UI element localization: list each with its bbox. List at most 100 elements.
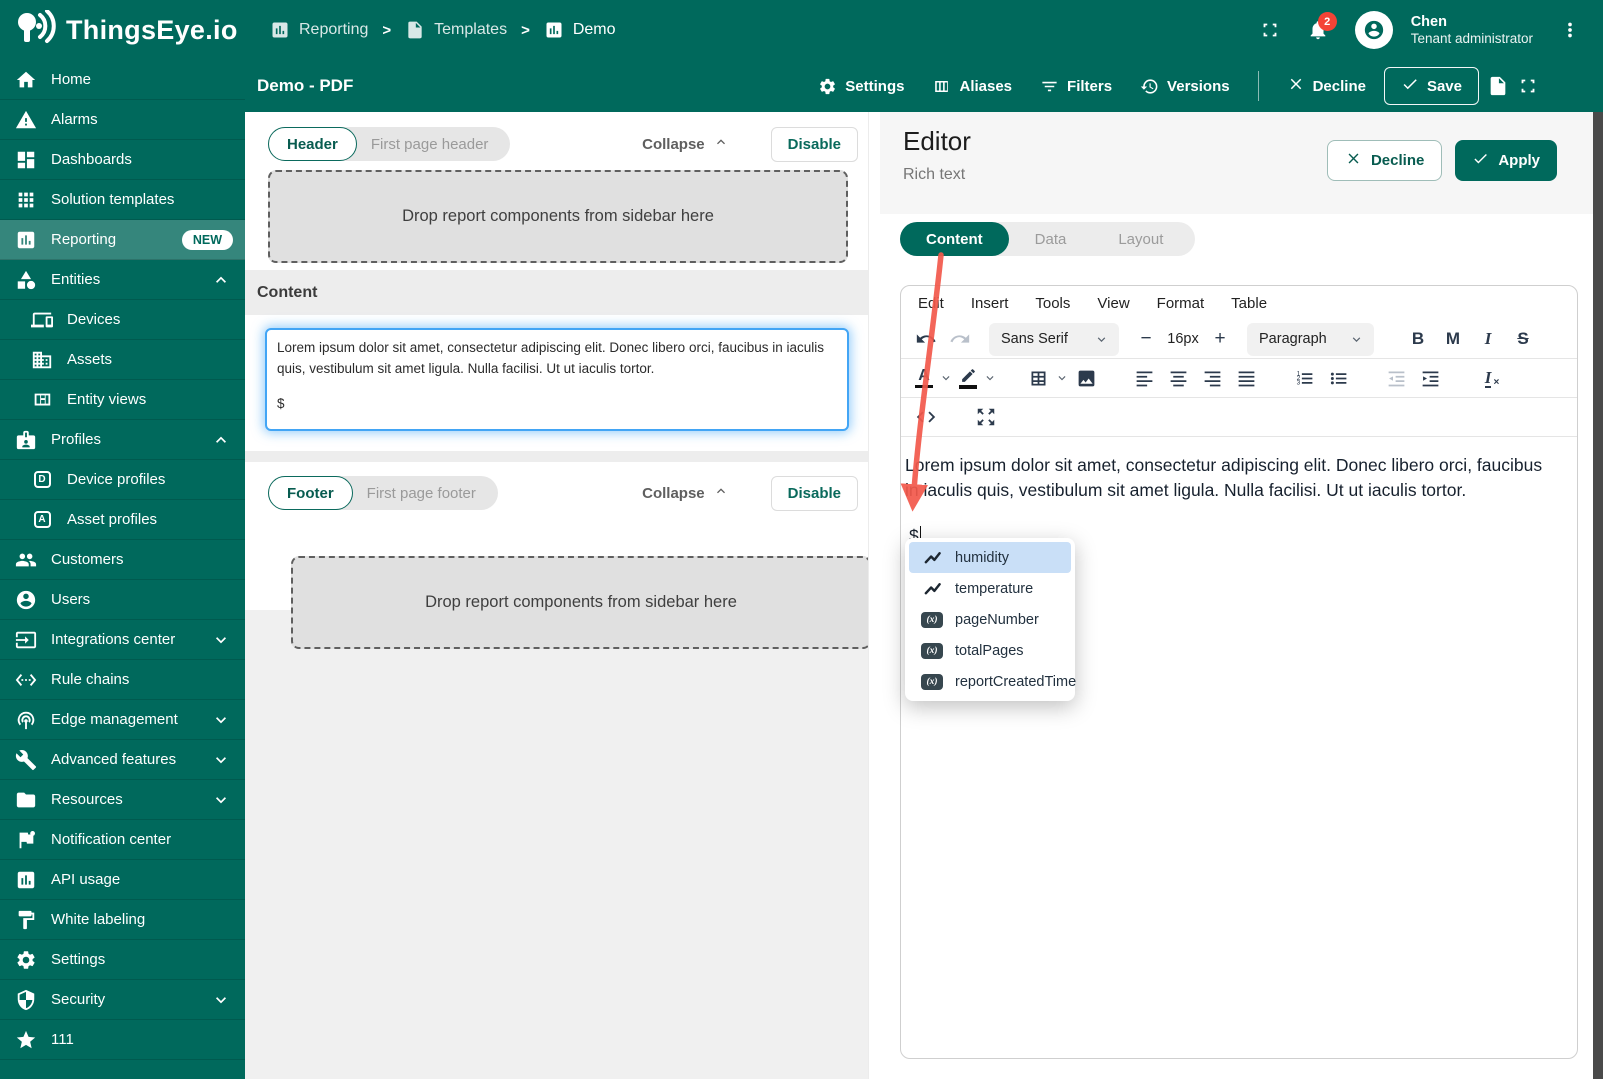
sidebar-item-reporting[interactable]: Reporting NEW (0, 220, 245, 260)
redo-button[interactable] (943, 322, 977, 356)
menu-insert[interactable]: Insert (971, 295, 1009, 312)
sidebar-item-entity-views[interactable]: Entity views (0, 380, 245, 420)
breadcrumb-item-reporting[interactable]: Reporting (270, 20, 368, 40)
sidebar-item-alarms[interactable]: Alarms (0, 100, 245, 140)
versions-toolbar-button[interactable]: Versions (1130, 69, 1240, 104)
sidebar-item-resources[interactable]: Resources (0, 780, 245, 820)
editor-decline-button[interactable]: Decline (1326, 140, 1443, 181)
bullet-list-button[interactable] (1321, 361, 1355, 395)
filters-toolbar-button[interactable]: Filters (1030, 69, 1122, 104)
kebab-menu-button[interactable] (1559, 19, 1581, 41)
content-editor-preview[interactable]: Lorem ipsum dolor sit amet, consectetur … (265, 328, 849, 431)
header-dropzone[interactable]: Drop report components from sidebar here (268, 170, 848, 263)
menu-format[interactable]: Format (1157, 295, 1205, 312)
sidebar-item-dashboards[interactable]: Dashboards (0, 140, 245, 180)
table-button[interactable] (1021, 361, 1055, 395)
sidebar-item-advanced-features[interactable]: Advanced features (0, 740, 245, 780)
autocomplete-option-temperature[interactable]: temperature (909, 573, 1071, 604)
align-right-button[interactable] (1195, 361, 1229, 395)
sidebar-item-customers[interactable]: Customers (0, 540, 245, 580)
editor-content-area[interactable]: Lorem ipsum dolor sit amet, consectetur … (901, 437, 1577, 549)
autocomplete-option-reportCreatedTime[interactable]: (x) reportCreatedTime (909, 666, 1076, 697)
indent-button[interactable] (1413, 361, 1447, 395)
sidebar-item-home[interactable]: Home (0, 60, 245, 100)
autocomplete-option-totalPages[interactable]: (x) totalPages (909, 635, 1071, 666)
outdent-button[interactable] (1379, 361, 1413, 395)
menu-view[interactable]: View (1097, 295, 1129, 312)
font-family-select[interactable]: Sans Serif (989, 322, 1119, 356)
sidebar-item-assets[interactable]: Assets (0, 340, 245, 380)
italic-button[interactable]: I (1472, 322, 1504, 356)
first-page-header-tab[interactable]: First page header (357, 136, 511, 153)
avatar[interactable] (1354, 11, 1393, 49)
font-size-value[interactable]: 16px (1163, 331, 1203, 347)
first-page-footer-tab[interactable]: First page footer (353, 485, 498, 502)
timeseries-icon (921, 549, 943, 566)
sidebar-item-notification-center[interactable]: Notification center (0, 820, 245, 860)
merge-tag-button[interactable]: M (1437, 322, 1469, 356)
header-collapse-button[interactable]: Collapse (642, 134, 729, 154)
menu-edit[interactable]: Edit (918, 295, 944, 312)
menu-table[interactable]: Table (1231, 295, 1267, 312)
source-code-button[interactable] (909, 400, 943, 434)
sidebar-item-solution-templates[interactable]: Solution templates (0, 180, 245, 220)
autocomplete-option-pageNumber[interactable]: (x) pageNumber (909, 604, 1071, 635)
align-justify-button[interactable] (1229, 361, 1263, 395)
footer-disable-button[interactable]: Disable (770, 475, 858, 511)
brand-logo[interactable]: ThingsEye.io (0, 8, 248, 51)
header-tab[interactable]: Header (268, 127, 357, 161)
tab-content[interactable]: Content (900, 222, 1009, 256)
sidebar-item-asset-profiles[interactable]: A Asset profiles (0, 500, 245, 540)
settings-toolbar-button[interactable]: Settings (808, 69, 914, 104)
sidebar-item-settings[interactable]: Settings (0, 940, 245, 980)
menu-tools[interactable]: Tools (1035, 295, 1070, 312)
image-button[interactable] (1069, 361, 1103, 395)
sidebar-item-edge-management[interactable]: Edge management (0, 700, 245, 740)
footer-dropzone[interactable]: Drop report components from sidebar here (291, 556, 871, 649)
clear-formatting-button[interactable]: I × (1471, 361, 1505, 395)
bold-button[interactable]: B (1402, 322, 1434, 356)
aliases-toolbar-button[interactable]: Aliases (922, 69, 1022, 104)
autocomplete-option-humidity[interactable]: humidity (909, 542, 1071, 573)
wifi-icon (14, 708, 38, 732)
generate-report-button[interactable] (1487, 75, 1509, 97)
footer-section: Footer First page footer Collapse Disabl… (245, 462, 871, 649)
sidebar-item-rule-chains[interactable]: Rule chains (0, 660, 245, 700)
align-center-button[interactable] (1161, 361, 1195, 395)
sidebar-item-devices[interactable]: Devices (0, 300, 245, 340)
sidebar-item-integrations-center[interactable]: Integrations center (0, 620, 245, 660)
fullscreen-button[interactable] (1259, 19, 1281, 41)
footer-collapse-button[interactable]: Collapse (642, 483, 729, 503)
editor-apply-button[interactable]: Apply (1455, 140, 1557, 181)
footer-tab[interactable]: Footer (268, 476, 353, 510)
editor-fullscreen-button[interactable] (969, 400, 1003, 434)
breadcrumb-item-templates[interactable]: Templates (405, 20, 507, 40)
sidebar-item-white-labeling[interactable]: White labeling (0, 900, 245, 940)
sidebar-item-111[interactable]: 111 (0, 1020, 245, 1060)
page-scrollbar[interactable] (1593, 112, 1603, 1079)
tab-layout[interactable]: Layout (1092, 222, 1189, 256)
sidebar-item-security[interactable]: Security (0, 980, 245, 1020)
header-disable-button[interactable]: Disable (770, 126, 858, 162)
strikethrough-button[interactable]: S (1507, 322, 1539, 356)
sidebar-item-entities[interactable]: Entities (0, 260, 245, 300)
undo-button[interactable] (909, 322, 943, 356)
sidebar-item-users[interactable]: Users (0, 580, 245, 620)
decline-report-button[interactable]: Decline (1277, 67, 1376, 105)
text-color-button[interactable]: A (909, 361, 939, 395)
sidebar-item-api-usage[interactable]: API usage (0, 860, 245, 900)
font-size-increase-button[interactable]: + (1203, 322, 1237, 356)
block-format-select[interactable]: Paragraph (1247, 322, 1374, 356)
highlight-color-button[interactable] (953, 361, 983, 395)
align-left-button[interactable] (1127, 361, 1161, 395)
sidebar-item-device-profiles[interactable]: D Device profiles (0, 460, 245, 500)
tab-data[interactable]: Data (1009, 222, 1093, 256)
user-block[interactable]: Chen Tenant administrator (1411, 13, 1533, 48)
chart-icon (14, 868, 38, 892)
numbered-list-button[interactable]: 123 (1287, 361, 1321, 395)
sidebar-item-profiles[interactable]: Profiles (0, 420, 245, 460)
font-size-decrease-button[interactable]: − (1129, 322, 1163, 356)
breadcrumb-item-demo[interactable]: Demo (544, 20, 616, 40)
save-report-button[interactable]: Save (1383, 67, 1479, 105)
toolbar-fullscreen-button[interactable] (1517, 75, 1539, 97)
